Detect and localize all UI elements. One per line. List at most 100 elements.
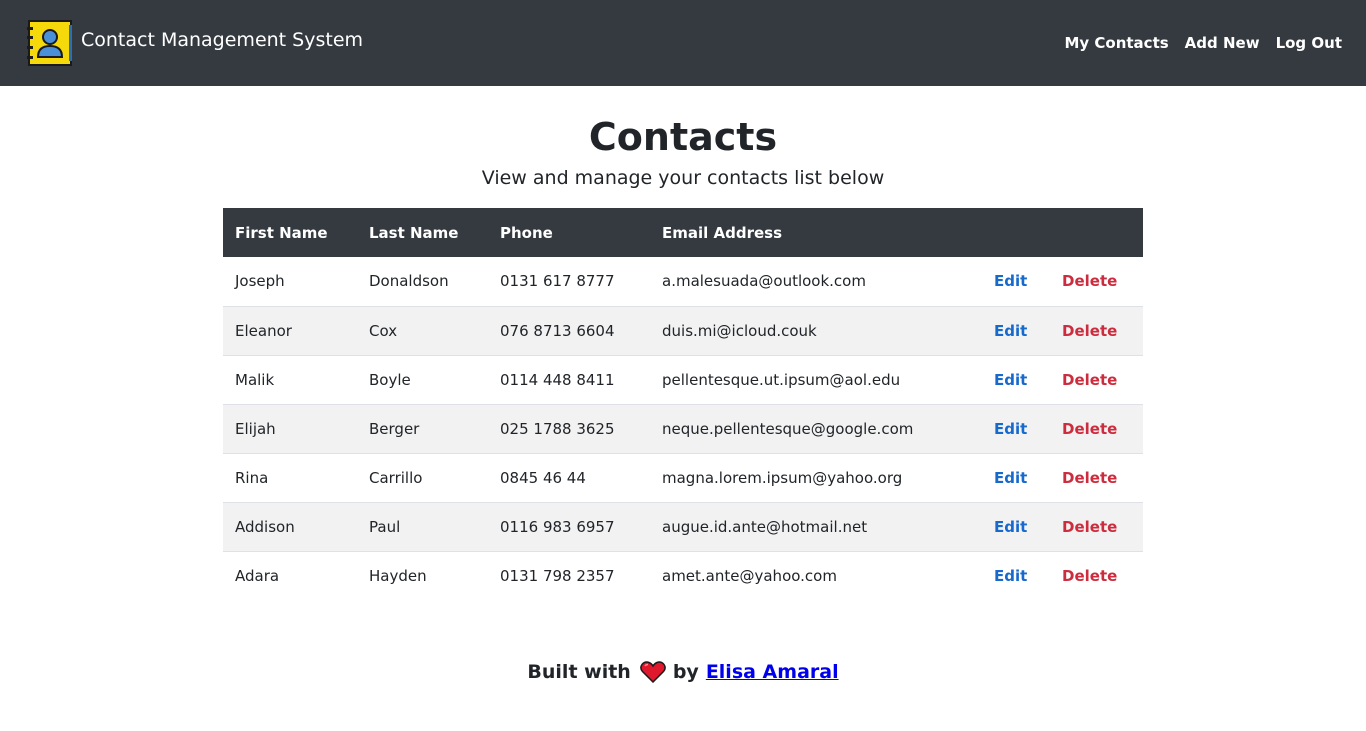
table-row: Elijah Berger 025 1788 3625 neque.pellentes… bbox=[223, 403, 1143, 453]
cell-phone: 0845 46 44 bbox=[500, 468, 586, 487]
cell-phone-cell: 0116 983 6957 bbox=[488, 501, 650, 551]
cell-last-name-cell: Paul bbox=[357, 501, 488, 551]
cell-last-name: Hayden bbox=[369, 566, 427, 585]
cell-phone: 0131 798 2357 bbox=[500, 566, 615, 585]
cell-first-name: Eleanor bbox=[235, 321, 292, 340]
delete-link[interactable]: Delete bbox=[1062, 518, 1117, 536]
author-link[interactable]: Elisa Amaral bbox=[706, 661, 839, 683]
heart-icon bbox=[639, 661, 666, 683]
cell-last-name: Cox bbox=[369, 321, 398, 340]
header-email: Email Address bbox=[662, 223, 783, 242]
cell-first-name-cell: Joseph bbox=[223, 257, 357, 306]
table-row: Rina Carrillo 0845 46 44 magna.lorem.ipsum@… bbox=[223, 452, 1143, 502]
cell-phone: 0116 983 6957 bbox=[500, 517, 615, 536]
delete-link-cell: Delete bbox=[1050, 501, 1143, 551]
edit-link-cell: Edit bbox=[982, 403, 1050, 453]
footer-built-with: Built with bbox=[527, 661, 631, 683]
header-first-name: First Name bbox=[235, 223, 328, 242]
edit-link-cell: Edit bbox=[982, 501, 1050, 551]
cell-first-name: Adara bbox=[235, 566, 280, 585]
cell-email-cell: a.malesuada@outlook.com bbox=[650, 257, 982, 306]
delete-link-cell: Delete bbox=[1050, 403, 1143, 453]
nav-log-out[interactable]: Log Out bbox=[1276, 34, 1342, 52]
cell-phone: 0114 448 8411 bbox=[500, 370, 615, 389]
edit-link[interactable]: Edit bbox=[994, 567, 1027, 585]
cell-phone-cell: 0131 617 8777 bbox=[488, 257, 650, 306]
header-delete-column bbox=[1050, 208, 1143, 257]
footer: Built with by Elisa Amaral bbox=[223, 661, 1143, 683]
edit-link[interactable]: Edit bbox=[994, 272, 1027, 290]
cell-email: amet.ante@yahoo.com bbox=[662, 566, 837, 585]
edit-link-cell: Edit bbox=[982, 550, 1050, 600]
cell-last-name-cell: Berger bbox=[357, 403, 488, 453]
edit-link[interactable]: Edit bbox=[994, 322, 1027, 340]
cell-first-name: Malik bbox=[235, 370, 275, 389]
cell-phone-cell: 076 8713 6604 bbox=[488, 305, 650, 355]
delete-link[interactable]: Delete bbox=[1062, 469, 1117, 487]
cell-email: a.malesuada@outlook.com bbox=[662, 272, 866, 291]
cell-phone-cell: 025 1788 3625 bbox=[488, 403, 650, 453]
cell-phone-cell: 0114 448 8411 bbox=[488, 354, 650, 404]
cell-first-name-cell: Malik bbox=[223, 354, 357, 404]
cell-phone: 076 8713 6604 bbox=[500, 321, 615, 340]
cell-email: magna.lorem.ipsum@yahoo.org bbox=[662, 468, 903, 487]
nav-add-new[interactable]: Add New bbox=[1185, 34, 1260, 52]
delete-link-cell: Delete bbox=[1050, 550, 1143, 600]
cell-phone-cell: 0845 46 44 bbox=[488, 452, 650, 502]
table-row: Eleanor Cox 076 8713 6604 duis.mi@icloud.co… bbox=[223, 305, 1143, 355]
cell-first-name: Joseph bbox=[235, 272, 285, 291]
cell-email-cell: magna.lorem.ipsum@yahoo.org bbox=[650, 452, 982, 502]
delete-link[interactable]: Delete bbox=[1062, 567, 1117, 585]
cell-email: duis.mi@icloud.couk bbox=[662, 321, 817, 340]
brand-title[interactable]: Contact Management System bbox=[81, 29, 363, 51]
edit-link[interactable]: Edit bbox=[994, 469, 1027, 487]
cell-phone: 025 1788 3625 bbox=[500, 419, 615, 438]
delete-link[interactable]: Delete bbox=[1062, 371, 1117, 389]
delete-link-cell: Delete bbox=[1050, 452, 1143, 502]
delete-link[interactable]: Delete bbox=[1062, 272, 1117, 290]
cell-first-name-cell: Eleanor bbox=[223, 305, 357, 355]
page-subtitle: View and manage your contacts list below bbox=[481, 167, 885, 189]
cell-email-cell: neque.pellentesque@google.com bbox=[650, 403, 982, 453]
header-edit-column bbox=[982, 208, 1050, 257]
header-phone: Phone bbox=[500, 223, 553, 242]
header-last-name: Last Name bbox=[369, 223, 459, 242]
edit-link-cell: Edit bbox=[982, 354, 1050, 404]
cell-last-name: Berger bbox=[369, 419, 420, 438]
brand[interactable]: Contact Management System bbox=[25, 19, 363, 67]
cell-first-name: Addison bbox=[235, 517, 295, 536]
cell-first-name: Rina bbox=[235, 468, 269, 487]
delete-link-cell: Delete bbox=[1050, 354, 1143, 404]
delete-link[interactable]: Delete bbox=[1062, 322, 1117, 340]
navbar: Contact Management System My Contacts Ad… bbox=[0, 0, 1366, 86]
nav-my-contacts[interactable]: My Contacts bbox=[1064, 34, 1168, 52]
cell-first-name-cell: Elijah bbox=[223, 403, 357, 453]
edit-link-cell: Edit bbox=[982, 257, 1050, 306]
table-row: Joseph Donaldson 0131 617 8777 a.malesuada@… bbox=[223, 257, 1143, 306]
nav-links: My Contacts Add New Log Out bbox=[1048, 34, 1342, 52]
address-book-icon bbox=[27, 20, 72, 66]
cell-email-cell: pellentesque.ut.ipsum@aol.edu bbox=[650, 354, 982, 404]
edit-link[interactable]: Edit bbox=[994, 371, 1027, 389]
cell-last-name-cell: Donaldson bbox=[357, 257, 488, 306]
footer-by: by bbox=[672, 661, 699, 683]
cell-phone: 0131 617 8777 bbox=[500, 272, 615, 291]
cell-first-name-cell: Adara bbox=[223, 550, 357, 600]
edit-link-cell: Edit bbox=[982, 305, 1050, 355]
cell-phone-cell: 0131 798 2357 bbox=[488, 550, 650, 600]
cell-email: augue.id.ante@hotmail.net bbox=[662, 517, 868, 536]
contacts-table-body: Joseph Donaldson 0131 617 8777 a.malesuada@… bbox=[223, 257, 1143, 600]
delete-link-cell: Delete bbox=[1050, 305, 1143, 355]
edit-link[interactable]: Edit bbox=[994, 420, 1027, 438]
cell-first-name: Elijah bbox=[235, 419, 276, 438]
cell-email: neque.pellentesque@google.com bbox=[662, 419, 914, 438]
cell-email-cell: duis.mi@icloud.couk bbox=[650, 305, 982, 355]
cell-last-name: Boyle bbox=[369, 370, 411, 389]
cell-last-name-cell: Carrillo bbox=[357, 452, 488, 502]
table-row: Addison Paul 0116 983 6957 augue.id.ante@ho… bbox=[223, 501, 1143, 551]
edit-link[interactable]: Edit bbox=[994, 518, 1027, 536]
delete-link[interactable]: Delete bbox=[1062, 420, 1117, 438]
page-title: Contacts bbox=[588, 115, 778, 159]
table-header-row: First Name Last Name Phone Email Address bbox=[223, 208, 1143, 257]
cell-email-cell: amet.ante@yahoo.com bbox=[650, 550, 982, 600]
